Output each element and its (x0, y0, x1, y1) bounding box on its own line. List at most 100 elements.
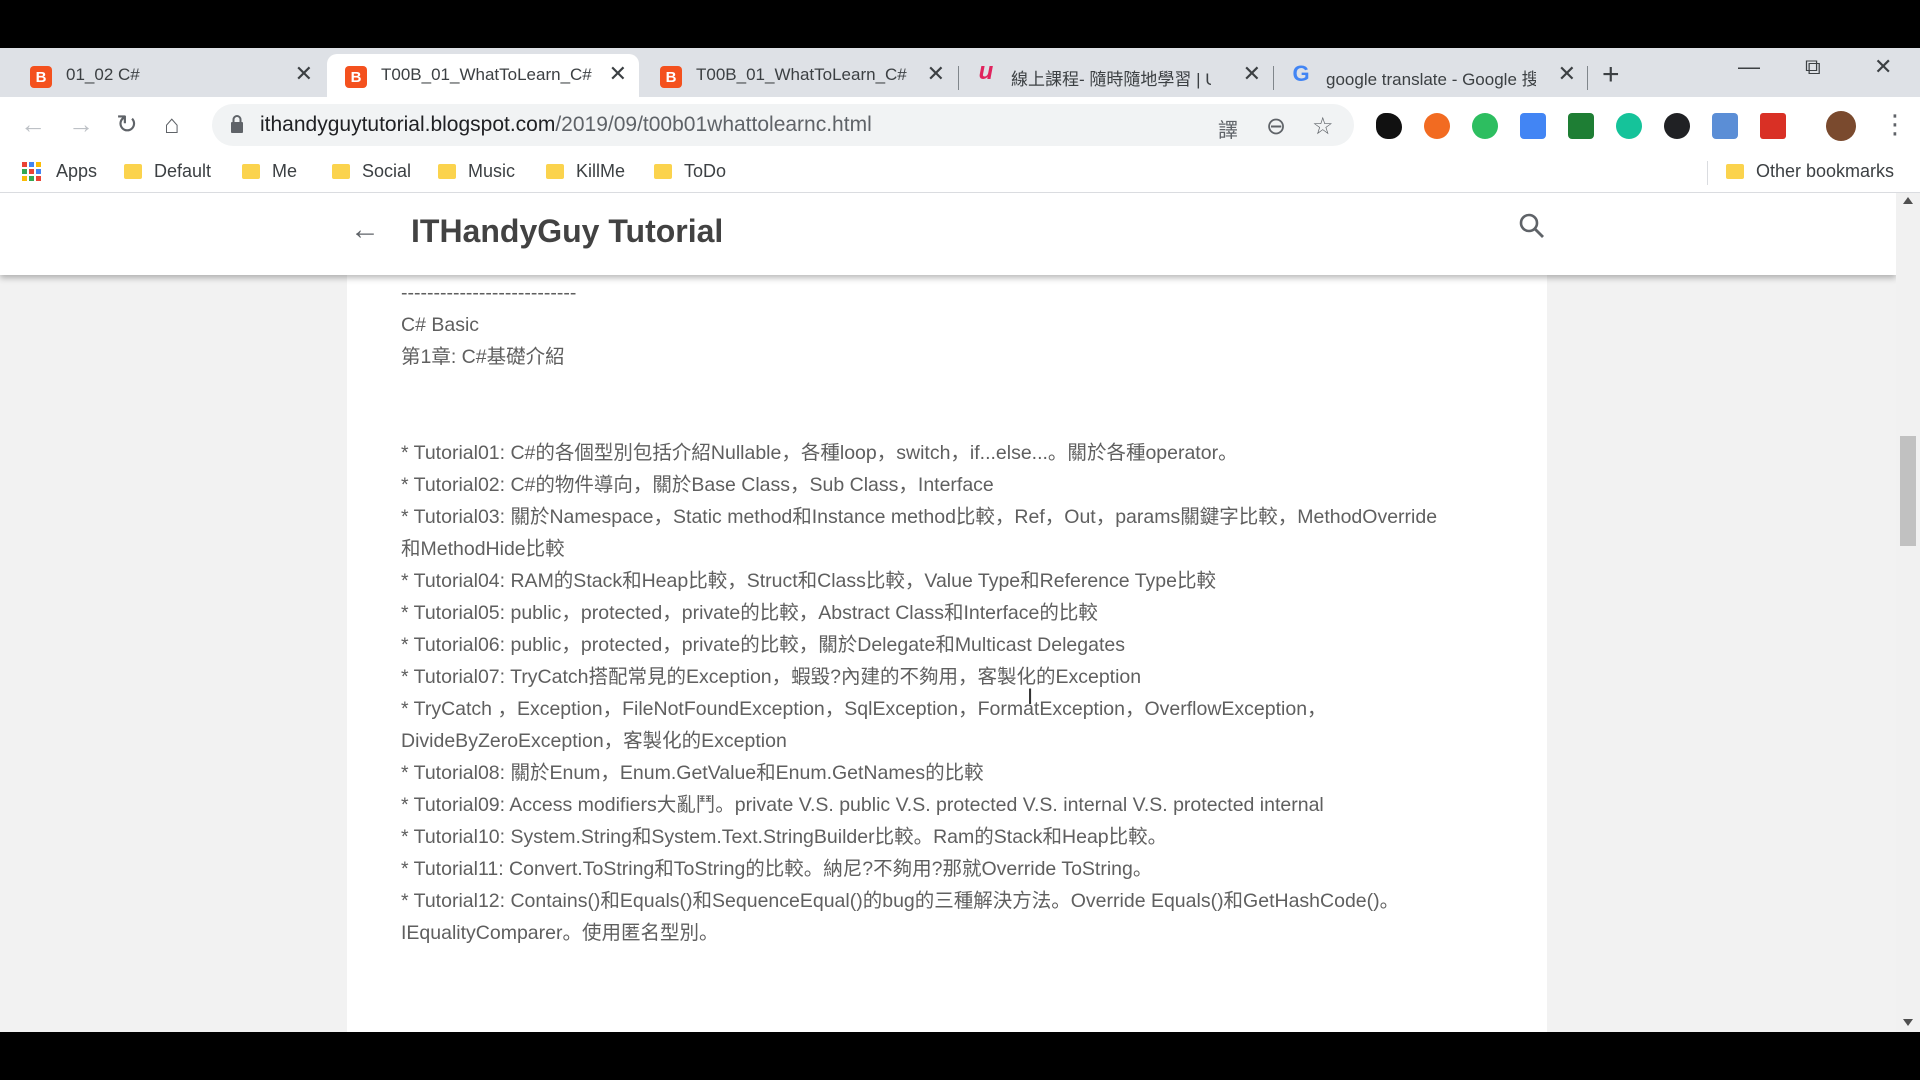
download-icon[interactable] (1568, 113, 1594, 139)
restore-button[interactable]: ⧉ (1805, 54, 1821, 80)
folder-icon (124, 164, 142, 179)
window-close-button[interactable]: ✕ (1874, 54, 1892, 80)
tab-title: T00B_01_WhatToLearn_C# (381, 65, 592, 84)
bookmark-todo[interactable]: ToDo (654, 161, 726, 182)
post-line: * Tutorial07: TryCatch搭配常見的Exception，蝦毀?… (401, 666, 1142, 688)
bookmark-music[interactable]: Music (438, 161, 515, 182)
url-text[interactable]: ithandyguytutorial.blogspot.com/2019/09/… (260, 113, 872, 137)
close-icon[interactable]: ✕ (927, 63, 945, 85)
post-line: * Tutorial04: RAM的Stack和Heap比較，Struct和Cl… (401, 570, 1216, 592)
folder-icon (1726, 164, 1744, 179)
post-line: * Tutorial12: Contains()和Equals()和Sequen… (401, 890, 1400, 912)
bookmark-label: Social (362, 161, 412, 181)
menu-icon[interactable]: ⋮ (1882, 109, 1908, 140)
post-line: * Tutorial08: 關於Enum，Enum.GetValue和Enum.… (401, 762, 984, 784)
extension-icon[interactable] (1760, 113, 1786, 139)
back-button[interactable]: ← (20, 109, 46, 140)
address-bar[interactable]: ithandyguytutorial.blogspot.com/2019/09/… (212, 104, 1354, 146)
tab-google-translate[interactable]: G google translate - Google 搜 ✕ (1274, 54, 1588, 97)
blog-title[interactable]: ITHandyGuy Tutorial (411, 213, 723, 250)
tab-title: 線上課程- 隨時隨地學習 | U (1011, 70, 1211, 89)
page-viewport: ← ITHandyGuy Tutorial ------------------… (0, 193, 1896, 1032)
home-button[interactable]: ⌂ (164, 109, 180, 140)
bookmark-label: Music (468, 161, 516, 181)
post-line: * Tutorial06: public，protected，private的比… (401, 634, 1125, 656)
evernote-icon[interactable] (1472, 113, 1498, 139)
search-icon[interactable] (1517, 211, 1547, 241)
blogger-icon: B (660, 66, 682, 88)
screen: B 01_02 C# ✕ B T00B_01_WhatToLearn_C# ✕ … (0, 0, 1920, 1080)
extension-icon[interactable] (1376, 113, 1402, 139)
tab-udemy[interactable]: u 線上課程- 隨時隨地學習 | U ✕ (959, 54, 1273, 97)
bookmark-label: Other bookmarks (1756, 161, 1895, 181)
tab-whattolearn-active[interactable]: B T00B_01_WhatToLearn_C# ✕ (327, 54, 639, 97)
post-line: DivideByZeroException，客製化的Exception (401, 730, 787, 752)
bookmark-social[interactable]: Social (332, 161, 411, 182)
close-icon[interactable]: ✕ (609, 63, 627, 85)
close-icon[interactable]: ✕ (1558, 63, 1576, 85)
close-icon[interactable]: ✕ (1243, 63, 1261, 85)
google-translate-icon[interactable] (1520, 113, 1546, 139)
bookmark-other[interactable]: Other bookmarks (1726, 161, 1894, 182)
folder-icon (242, 164, 260, 179)
blogger-icon: B (30, 66, 52, 88)
post-line: * Tutorial05: public，protected，private的比… (401, 602, 1098, 624)
google-icon: G (1292, 61, 1310, 86)
scroll-up-arrow-icon[interactable] (1903, 197, 1913, 204)
scrollbar-thumb[interactable] (1900, 436, 1916, 546)
minimize-button[interactable]: — (1738, 54, 1760, 80)
star-icon[interactable]: ☆ (1312, 112, 1334, 141)
folder-icon (332, 164, 350, 179)
extension-icon[interactable] (1664, 113, 1690, 139)
bookmarks-bar: Apps Default Me Social Music KillMe ToDo… (0, 153, 1920, 193)
post-line: * Tutorial09: Access modifiers大亂鬥。privat… (401, 794, 1324, 816)
tab-title: T00B_01_WhatToLearn_C# (696, 65, 907, 84)
url-host: ithandyguytutorial.blogspot.com (260, 113, 556, 136)
toolbar: ← → ↻ ⌂ ithandyguytutorial.blogspot.com/… (0, 97, 1920, 153)
extension-icon[interactable] (1424, 113, 1450, 139)
tab-whattolearn-2[interactable]: B T00B_01_WhatToLearn_C# ✕ (642, 54, 957, 97)
post-line: * Tutorial11: Convert.ToString和ToString的… (401, 858, 1153, 880)
forward-button[interactable]: → (68, 109, 94, 140)
scrollbar[interactable] (1896, 193, 1920, 1032)
tab-separator (1587, 66, 1588, 90)
back-arrow-icon[interactable]: ← (350, 213, 380, 247)
folder-icon (438, 164, 456, 179)
avatar[interactable] (1826, 111, 1856, 141)
tab-title: 01_02 C# (66, 65, 140, 84)
grammarly-icon[interactable] (1616, 113, 1642, 139)
post-line: 第1章: C#基礎介紹 (401, 346, 565, 368)
bookmark-me[interactable]: Me (242, 161, 297, 182)
bookmark-apps[interactable]: Apps (22, 161, 97, 182)
folder-icon (654, 164, 672, 179)
bookmark-label: Me (272, 161, 298, 181)
bookmark-label: ToDo (684, 161, 727, 181)
post-line (401, 405, 1511, 437)
extension-icon[interactable] (1712, 113, 1738, 139)
post-line: C# Basic (401, 314, 480, 336)
post-line: * Tutorial10: System.String和System.Text.… (401, 826, 1168, 848)
text-cursor-icon: I (1027, 684, 1034, 709)
post-line: 和MethodHide比較 (401, 538, 565, 560)
zoom-icon[interactable]: ⊖ (1266, 112, 1286, 141)
bookmark-default[interactable]: Default (124, 161, 211, 182)
bookmark-label: KillMe (576, 161, 626, 181)
post-line: * Tutorial03: 關於Namespace，Static method和… (401, 506, 1438, 528)
tab-title: google translate - Google 搜 (1326, 70, 1536, 89)
new-tab-button[interactable]: + (1602, 58, 1620, 92)
close-icon[interactable]: ✕ (295, 63, 313, 85)
post-content: --------------------------- C# Basic 第1章: … (401, 277, 1511, 949)
bookmark-label: Apps (56, 161, 98, 181)
translate-icon[interactable]: 譯 (1218, 114, 1238, 143)
scroll-down-arrow-icon[interactable] (1903, 1019, 1913, 1026)
apps-icon (22, 161, 42, 182)
post-line: * TryCatch ，Exception，FileNotFoundExcept… (401, 698, 1327, 720)
post-line: * Tutorial01: C#的各個型別包括介紹Nullable，各種loop… (401, 442, 1238, 464)
post-line: IEqualityComparer。使用匿名型別。 (401, 922, 719, 944)
lock-icon (231, 115, 243, 133)
bookmark-killme[interactable]: KillMe (546, 161, 625, 182)
tab-01-02[interactable]: B 01_02 C# ✕ (0, 54, 325, 97)
blogger-icon: B (345, 66, 367, 88)
url-path: /2019/09/t00b01whattolearnc.html (555, 113, 872, 136)
reload-button[interactable]: ↻ (116, 109, 138, 140)
